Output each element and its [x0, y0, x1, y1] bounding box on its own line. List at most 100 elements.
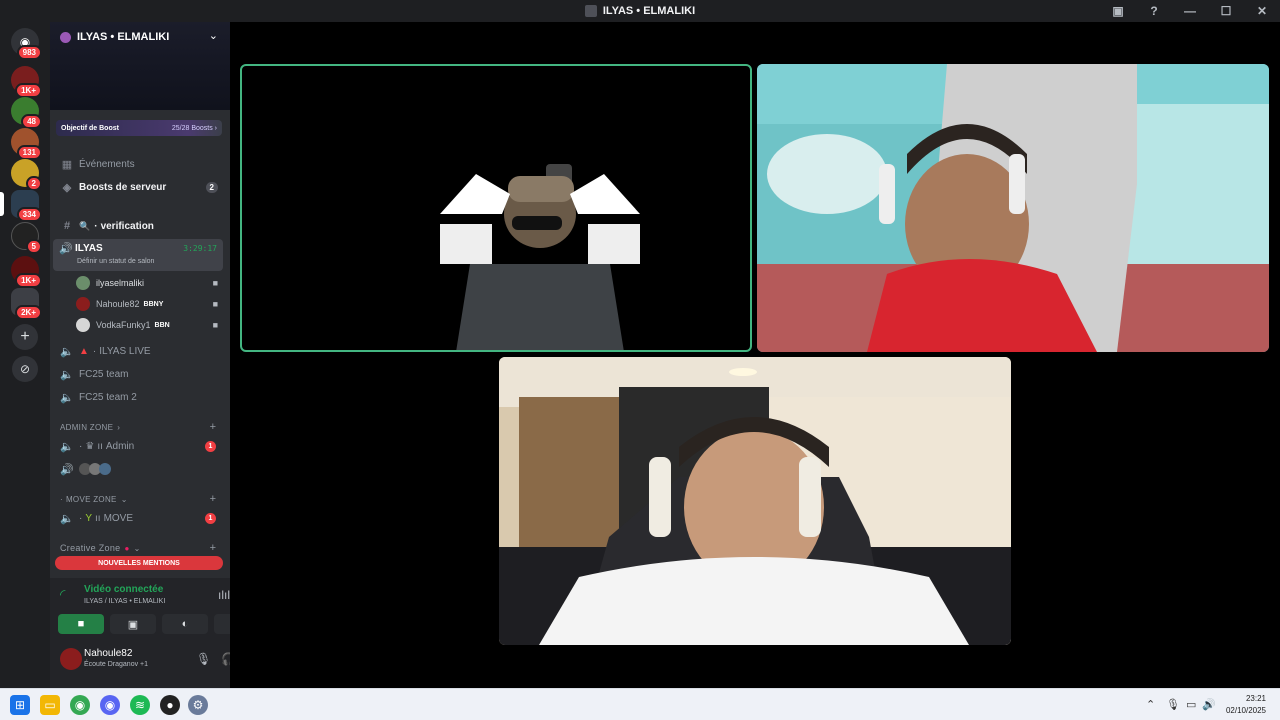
- active-voice-channel[interactable]: 🔊 ILYAS 3:29:17 Définir un statut de sal…: [53, 239, 223, 271]
- notification-badge: 131: [16, 145, 42, 160]
- video-tile-nahoule82[interactable]: [757, 64, 1269, 352]
- channel-admin[interactable]: 🔈 · ♛ ıı Admin 1: [56, 436, 222, 456]
- discover-compass-icon[interactable]: ⊘: [12, 356, 38, 382]
- add-channel-icon[interactable]: +: [210, 542, 216, 554]
- gamepad-icon: ◐: [181, 618, 189, 630]
- channel-label: FC25 team 2: [79, 391, 137, 403]
- notification-badge: 5: [25, 239, 42, 254]
- help-icon[interactable]: ?: [1136, 0, 1172, 22]
- server-icon[interactable]: 2: [11, 159, 42, 191]
- chevron-down-icon[interactable]: ⌄: [209, 29, 218, 42]
- channel-server-boosts[interactable]: ◈ Boosts de serveur 2: [56, 177, 222, 197]
- soundboard-button[interactable]: ♪: [214, 614, 230, 634]
- server-header[interactable]: ILYAS • ELMALIKI ⌄: [50, 22, 230, 110]
- obs-icon[interactable]: ●: [160, 695, 180, 715]
- volume-icon[interactable]: 🔊: [1202, 698, 1216, 711]
- camera-icon: ■: [77, 618, 85, 630]
- channel-fc25-team[interactable]: 🔈 FC25 team: [56, 364, 222, 384]
- add-channel-icon[interactable]: +: [210, 421, 216, 433]
- microphone-icon[interactable]: 🎙: [1166, 698, 1180, 711]
- user-tag: BBN: [154, 321, 170, 329]
- window-title: ILYAS • ELMALIKI: [584, 5, 696, 17]
- category-move-zone[interactable]: · MOVE ZONE ⌄ +: [56, 489, 222, 509]
- server-icon[interactable]: 5: [11, 222, 42, 254]
- activities-button[interactable]: ◐: [162, 614, 208, 634]
- channel-move[interactable]: 🔈 · Y ıı MOVE 1: [56, 508, 222, 528]
- window-title-text: ILYAS • ELMALIKI: [602, 5, 696, 17]
- channel-label: Boosts de serveur: [79, 181, 167, 193]
- microphone-icon[interactable]: 🎙: [196, 652, 211, 666]
- server-icon[interactable]: 131: [11, 128, 42, 160]
- channel-status-hint[interactable]: Définir un statut de salon: [77, 258, 154, 265]
- file-explorer-icon[interactable]: ▭: [40, 695, 60, 715]
- system-clock[interactable]: 23:21 02/10/2025: [1226, 693, 1266, 717]
- spotify-icon[interactable]: ≋: [130, 695, 150, 715]
- voice-user[interactable]: ilyaselmaliki ■: [76, 273, 222, 293]
- category-label: ADMIN ZONE: [60, 422, 114, 432]
- headphones-icon[interactable]: 🎧: [221, 652, 230, 666]
- camera-toggle-button[interactable]: ■: [58, 614, 104, 634]
- server-badge-icon: [60, 32, 71, 43]
- direct-messages-button[interactable]: ◉ 983: [11, 28, 42, 60]
- maximize-button[interactable]: ☐: [1208, 0, 1244, 22]
- channel-fc25-team-2[interactable]: 🔈 FC25 team 2: [56, 387, 222, 407]
- server-icon-active[interactable]: 334: [11, 190, 42, 222]
- signal-icon[interactable]: ◜: [60, 586, 65, 603]
- new-mentions-button[interactable]: NOUVELLES MENTIONS: [55, 556, 223, 570]
- speaker-icon: 🔈: [60, 512, 74, 525]
- channel-ilyas-live[interactable]: 🔈 ▲ · ILYAS LIVE: [56, 341, 222, 361]
- admin-voice-members[interactable]: 🔊: [56, 459, 222, 479]
- crown-icon: ♛: [85, 440, 95, 452]
- voice-connection-panel: ◜ Vidéo connectée ILYAS / ILYAS • ELMALI…: [50, 578, 230, 688]
- magnifier-emoji-icon: 🔍: [79, 220, 91, 231]
- screen-share-icon: ▣: [127, 618, 139, 631]
- close-button[interactable]: ✕: [1244, 0, 1280, 22]
- siren-icon: ▲: [79, 345, 89, 357]
- clock-date: 02/10/2025: [1225, 706, 1266, 715]
- category-creative-zone[interactable]: Creative Zone ● ⌄ +: [56, 538, 222, 558]
- category-label: MOVE ZONE: [65, 494, 117, 504]
- count-badge: 2: [205, 181, 218, 193]
- voice-user[interactable]: Nahoule82 BBNY ■: [76, 294, 222, 314]
- boost-gem-icon: ◈: [62, 181, 72, 194]
- video-tile-ilyaselmaliki[interactable]: [240, 64, 752, 352]
- chrome-icon[interactable]: ◉: [70, 695, 90, 715]
- network-icon[interactable]: ▭: [1186, 698, 1196, 711]
- windows-start-icon[interactable]: ⊞: [10, 695, 30, 715]
- pipe-separator: ıı: [95, 512, 101, 524]
- avatar[interactable]: [60, 648, 82, 670]
- user-activity-status: Écoute Draganov +1: [84, 661, 149, 668]
- windows-taskbar: ⊞ ▭ ◉ ◉ ≋ ● ⚙ ⌃ 🎙 ▭ 🔊 23:21 02/10/2025: [0, 688, 1280, 720]
- server-rail: ◉ 983 1K+ 48 131 2 334 5 1K+ 2K+ + ⊘: [0, 22, 50, 688]
- add-channel-icon[interactable]: +: [210, 493, 216, 505]
- window-titlebar: ILYAS • ELMALIKI ▣ ? — ☐ ✕: [0, 0, 1280, 22]
- boost-goal-bar[interactable]: Objectif de Boost 25/28 Boosts ›: [56, 120, 222, 136]
- discord-icon[interactable]: ◉: [100, 695, 120, 715]
- selected-server-indicator: [0, 192, 4, 216]
- chevron-down-icon: ⌄: [133, 543, 141, 553]
- server-folder[interactable]: 2K+: [11, 288, 42, 320]
- noise-suppression-icon[interactable]: ılıl: [218, 588, 230, 602]
- channel-events[interactable]: ▦ Événements: [56, 154, 222, 174]
- server-icon[interactable]: 48: [11, 97, 42, 129]
- video-tile-vodkafunky1[interactable]: [499, 357, 1011, 645]
- voice-user-name: Nahoule82: [96, 299, 140, 309]
- avatar: [99, 463, 111, 475]
- chevron-up-icon[interactable]: ⌃: [1146, 698, 1155, 711]
- settings-icon[interactable]: ⚙: [188, 695, 208, 715]
- speaker-icon: 🔈: [60, 345, 74, 358]
- voice-user[interactable]: VodkaFunky1 BBN ■: [76, 315, 222, 335]
- pipe-separator: ıı: [97, 440, 103, 452]
- minimize-button[interactable]: —: [1172, 0, 1208, 22]
- share-screen-button[interactable]: ▣: [110, 614, 156, 634]
- user-name[interactable]: Nahoule82: [84, 648, 132, 659]
- screen-share-icon[interactable]: ▣: [1100, 0, 1136, 22]
- channel-verification[interactable]: # 🔍 · verification: [56, 216, 222, 236]
- voice-status-subtitle[interactable]: ILYAS / ILYAS • ELMALIKI: [84, 598, 165, 605]
- category-admin-zone[interactable]: ADMIN ZONE › +: [56, 417, 222, 437]
- speaker-icon: 🔈: [60, 440, 74, 453]
- server-icon[interactable]: 1K+: [11, 256, 42, 288]
- add-server-icon[interactable]: +: [12, 324, 38, 350]
- server-icon[interactable]: 1K+: [11, 66, 42, 98]
- mention-badge: 1: [205, 512, 216, 524]
